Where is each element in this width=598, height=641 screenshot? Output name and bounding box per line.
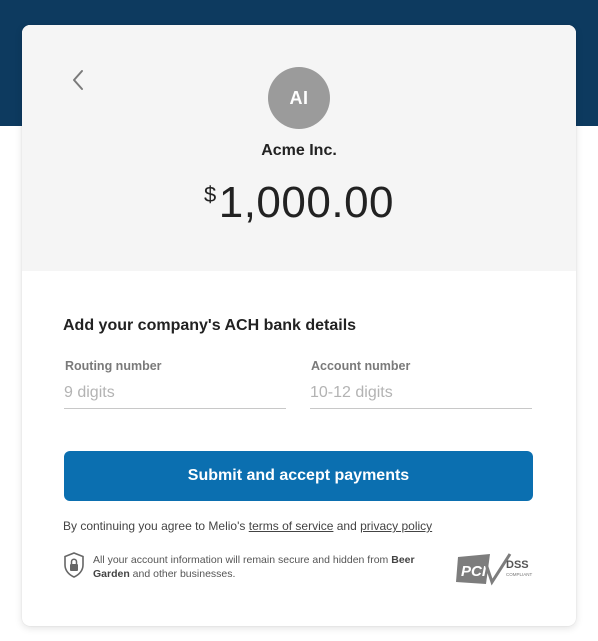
account-number-field: Account number xyxy=(310,359,532,409)
currency-symbol: $ xyxy=(203,182,217,207)
avatar: AI xyxy=(268,67,330,129)
dss-text: DSS xyxy=(506,559,529,571)
security-text-after: and other businesses. xyxy=(129,568,236,580)
account-number-label: Account number xyxy=(311,359,411,373)
lock-shield-icon xyxy=(64,552,84,578)
account-number-input[interactable] xyxy=(310,381,532,405)
privacy-policy-link[interactable]: privacy policy xyxy=(360,519,432,533)
compliant-text: COMPLIANT xyxy=(506,572,533,577)
amount-value: 1,000.00 xyxy=(218,178,395,227)
company-name: Acme Inc. xyxy=(261,142,337,159)
payment-summary-header: AI Acme Inc. $1,000.00 xyxy=(22,25,576,271)
routing-number-field: Routing number xyxy=(64,359,286,409)
submit-button[interactable]: Submit and accept payments xyxy=(64,451,533,501)
routing-number-label: Routing number xyxy=(65,359,162,373)
payment-amount: $1,000.00 xyxy=(22,178,576,228)
back-button[interactable] xyxy=(66,65,90,95)
security-text: All your account information will remain… xyxy=(93,553,438,581)
section-title: Add your company's ACH bank details xyxy=(63,317,357,334)
payment-card: AI Acme Inc. $1,000.00 Add your company'… xyxy=(22,25,576,626)
security-text-before: All your account information will remain… xyxy=(93,554,392,566)
terms-notice: By continuing you agree to Melio's terms… xyxy=(63,519,543,533)
terms-and: and xyxy=(333,519,361,533)
terms-of-service-link[interactable]: terms of service xyxy=(249,519,334,533)
security-notice: All your account information will remain… xyxy=(63,550,415,590)
chevron-left-icon xyxy=(73,70,83,90)
pci-text: PCI xyxy=(461,563,487,580)
pci-dss-badge: PCI DSS COMPLIANT xyxy=(456,553,533,586)
terms-prefix: By continuing you agree to Melio's xyxy=(63,519,249,533)
routing-number-input[interactable] xyxy=(64,381,286,405)
